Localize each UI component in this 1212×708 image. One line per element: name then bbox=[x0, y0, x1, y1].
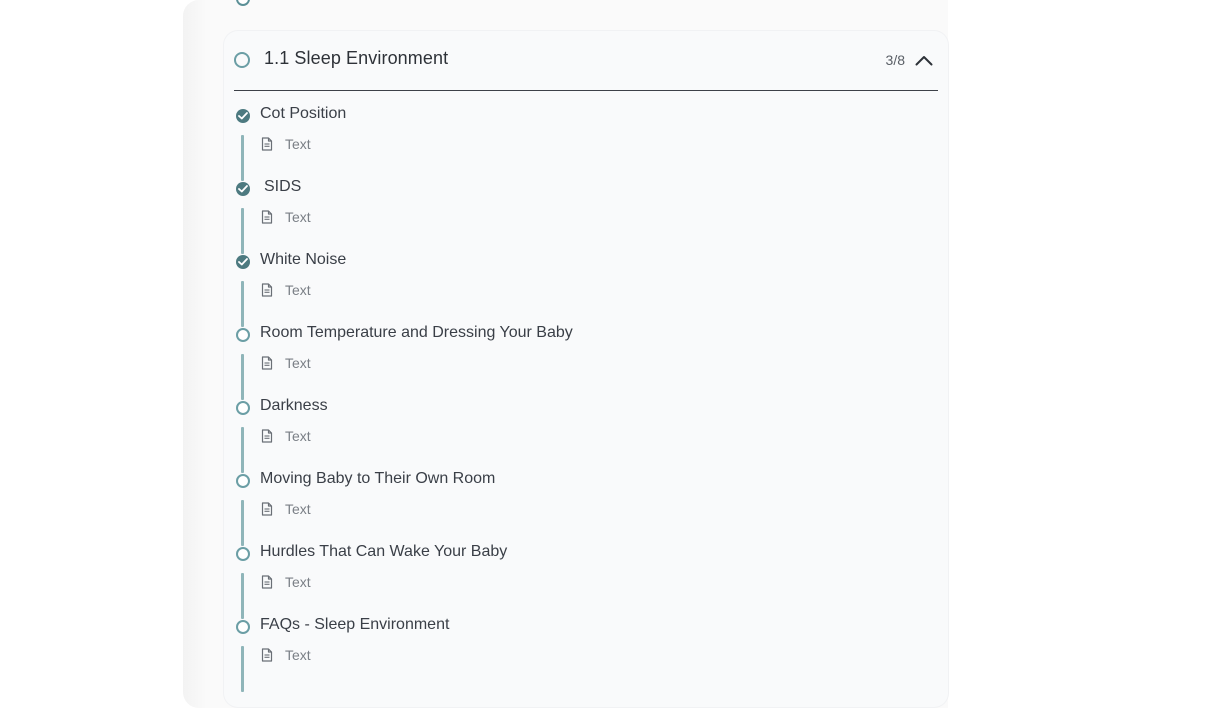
document-icon bbox=[261, 575, 275, 589]
lesson-title[interactable]: Darkness bbox=[260, 397, 328, 415]
empty-circle-icon bbox=[236, 620, 250, 634]
lesson-title[interactable]: FAQs - Sleep Environment bbox=[260, 616, 449, 634]
lesson-title[interactable]: White Noise bbox=[260, 251, 346, 269]
empty-circle-icon bbox=[236, 328, 250, 342]
lesson-type: Text bbox=[261, 573, 311, 591]
lesson-item[interactable]: Hurdles That Can Wake Your Baby Text bbox=[234, 543, 934, 619]
lesson-item[interactable]: Room Temperature and Dressing Your Baby … bbox=[234, 324, 934, 400]
lesson-type: Text bbox=[261, 500, 311, 518]
lesson-type-label: Text bbox=[285, 136, 311, 152]
section-header[interactable]: 1.1 Sleep Environment 3/8 bbox=[234, 31, 938, 91]
lesson-item[interactable]: Darkness Text bbox=[234, 397, 934, 473]
lesson-item[interactable]: White Noise Text bbox=[234, 251, 934, 327]
document-icon bbox=[261, 283, 275, 297]
section-status-icon bbox=[234, 52, 250, 68]
lesson-type-label: Text bbox=[285, 355, 311, 371]
chevron-up-icon bbox=[915, 55, 933, 65]
document-icon bbox=[261, 210, 275, 224]
section-card: 1.1 Sleep Environment 3/8 Cot Position T… bbox=[224, 31, 948, 707]
timeline-bar bbox=[241, 573, 244, 619]
lesson-type: Text bbox=[261, 646, 311, 664]
lesson-type-label: Text bbox=[285, 574, 311, 590]
lesson-type-label: Text bbox=[285, 209, 311, 225]
lesson-type: Text bbox=[261, 135, 311, 153]
document-icon bbox=[261, 502, 275, 516]
section-progress: 3/8 bbox=[885, 52, 905, 68]
document-icon bbox=[261, 356, 275, 370]
check-circle-icon bbox=[236, 255, 250, 269]
lesson-title[interactable]: Moving Baby to Their Own Room bbox=[260, 470, 495, 488]
lesson-type: Text bbox=[261, 354, 311, 372]
document-icon bbox=[261, 648, 275, 662]
timeline-bar bbox=[241, 427, 244, 473]
lesson-title[interactable]: SIDS bbox=[264, 178, 301, 196]
lesson-type: Text bbox=[261, 208, 311, 226]
lesson-type-label: Text bbox=[285, 647, 311, 663]
timeline-bar bbox=[241, 646, 244, 692]
timeline-bar bbox=[241, 500, 244, 546]
empty-circle-icon bbox=[236, 401, 250, 415]
lesson-title[interactable]: Cot Position bbox=[260, 105, 346, 123]
document-icon bbox=[261, 137, 275, 151]
timeline-bar bbox=[241, 354, 244, 400]
timeline-bar bbox=[241, 135, 244, 181]
empty-circle-icon bbox=[236, 474, 250, 488]
lesson-title[interactable]: Hurdles That Can Wake Your Baby bbox=[260, 543, 507, 561]
document-icon bbox=[261, 429, 275, 443]
timeline-bar bbox=[241, 208, 244, 254]
timeline-bar bbox=[241, 281, 244, 327]
lesson-item[interactable]: Moving Baby to Their Own Room Text bbox=[234, 470, 934, 546]
lesson-type-label: Text bbox=[285, 282, 311, 298]
section-title: 1.1 Sleep Environment bbox=[264, 48, 449, 68]
check-circle-icon bbox=[236, 182, 250, 196]
lesson-item[interactable]: FAQs - Sleep Environment Text bbox=[234, 616, 934, 692]
lesson-type: Text bbox=[261, 281, 311, 299]
collapse-section-button[interactable] bbox=[912, 49, 936, 71]
empty-circle-icon bbox=[236, 547, 250, 561]
lesson-title[interactable]: Room Temperature and Dressing Your Baby bbox=[260, 324, 573, 342]
lesson-type-label: Text bbox=[285, 501, 311, 517]
lesson-item[interactable]: Cot Position Text bbox=[234, 105, 934, 181]
lesson-item[interactable]: SIDS Text bbox=[234, 178, 934, 254]
lesson-type: Text bbox=[261, 427, 311, 445]
check-circle-icon bbox=[236, 109, 250, 123]
lesson-type-label: Text bbox=[285, 428, 311, 444]
